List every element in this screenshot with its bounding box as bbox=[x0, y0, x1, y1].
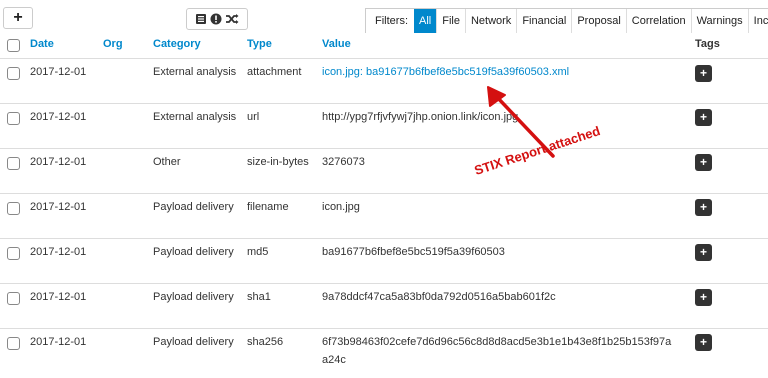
annotation-arrow bbox=[487, 86, 555, 158]
